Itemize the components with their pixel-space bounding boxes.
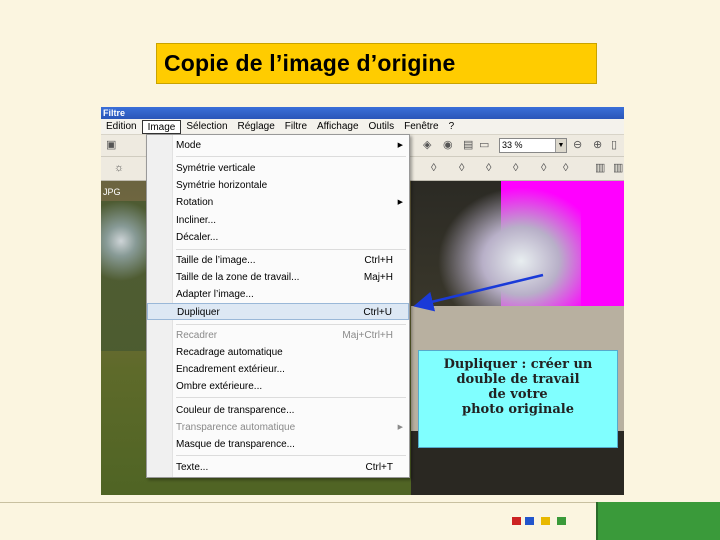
- menu-item-taille-zone[interactable]: Taille de la zone de travail... Maj+H: [147, 269, 409, 286]
- slide-title: Copie de l’image d’origine: [164, 50, 456, 76]
- menu-item-symetrie-verticale[interactable]: Symétrie verticale: [147, 160, 409, 177]
- menu-separator: [176, 156, 406, 157]
- menu-item-ombre[interactable]: Ombre extérieure...: [147, 378, 409, 395]
- footer-green-block: [596, 502, 720, 540]
- menu-item-recadrer[interactable]: Recadrer Maj+Ctrl+H: [147, 327, 409, 344]
- app-screenshot: Filtre Edition Image Sélection Réglage F…: [101, 107, 624, 495]
- menu-item-mode[interactable]: Mode ▶: [147, 137, 409, 154]
- footer-square-green: [557, 517, 566, 525]
- chevron-right-icon: ▶: [397, 424, 403, 431]
- menu-separator: [176, 455, 406, 456]
- menu-item-dupliquer[interactable]: Dupliquer Ctrl+U: [147, 303, 409, 320]
- menu-item-texte[interactable]: Texte... Ctrl+T: [147, 459, 409, 476]
- footer-square-blue: [525, 517, 534, 525]
- menu-separator: [176, 324, 406, 325]
- menu-item-couleur-transparence[interactable]: Couleur de transparence...: [147, 402, 409, 419]
- image-menu-dropdown: Mode ▶ Symétrie verticale Symétrie horiz…: [146, 134, 410, 478]
- menu-item-encadrement[interactable]: Encadrement extérieur...: [147, 361, 409, 378]
- footer-square-red: [512, 517, 521, 525]
- chevron-right-icon: ▶: [397, 199, 403, 206]
- menu-item-decaler[interactable]: Décaler...: [147, 229, 409, 246]
- menu-separator: [176, 249, 406, 250]
- menu-item-adapter-image[interactable]: Adapter l’image...: [147, 286, 409, 303]
- chevron-right-icon: ▶: [397, 142, 403, 149]
- menu-item-symetrie-horizontale[interactable]: Symétrie horizontale: [147, 177, 409, 194]
- slide-title-box: Copie de l’image d’origine: [156, 43, 597, 84]
- footer-square-yellow: [541, 517, 550, 525]
- menu-item-rotation[interactable]: Rotation ▶: [147, 194, 409, 211]
- menu-separator: [176, 397, 406, 398]
- menu-item-taille-image[interactable]: Taille de l’image... Ctrl+H: [147, 252, 409, 269]
- menu-item-transparence-auto[interactable]: Transparence automatique ▶: [147, 419, 409, 436]
- menu-item-masque-transparence[interactable]: Masque de transparence...: [147, 436, 409, 453]
- menu-item-incliner[interactable]: Incliner...: [147, 212, 409, 229]
- menu-item-recadrage-auto[interactable]: Recadrage automatique: [147, 344, 409, 361]
